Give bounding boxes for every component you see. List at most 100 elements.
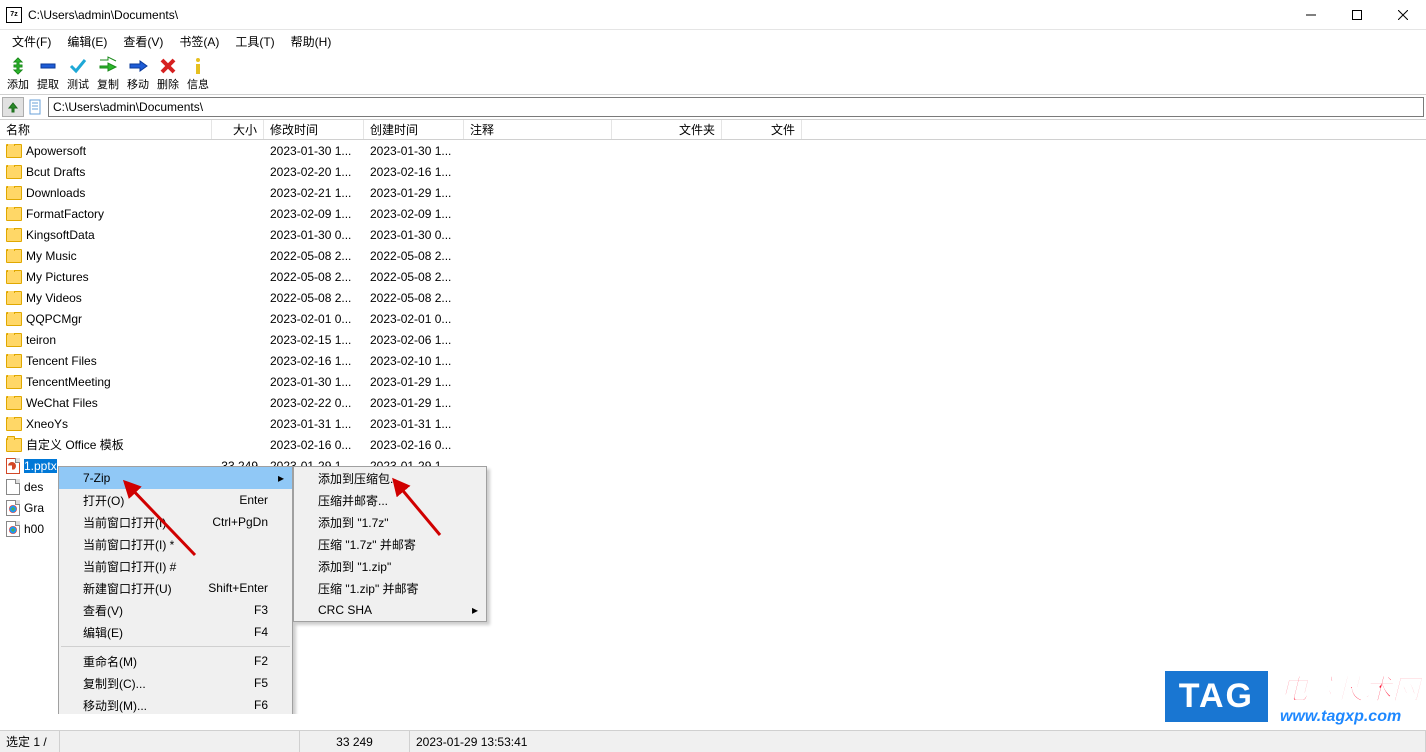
context-item-label: 当前窗口打开(I) <box>83 514 188 531</box>
folder-icon <box>6 249 22 263</box>
file-row[interactable]: KingsoftData2023-01-30 0...2023-01-30 0.… <box>0 224 1426 245</box>
window-title: C:\Users\admin\Documents\ <box>28 8 1288 22</box>
file-row[interactable]: My Music2022-05-08 2...2022-05-08 2... <box>0 245 1426 266</box>
folder-icon <box>6 438 22 452</box>
folder-icon <box>6 186 22 200</box>
minus-icon <box>38 56 58 76</box>
column-header-3[interactable]: 创建时间 <box>364 120 464 139</box>
file-name: XneoYs <box>26 417 68 431</box>
file-created: 2023-01-29 1... <box>364 396 464 410</box>
file-name: Gra <box>24 501 44 515</box>
submenu-item-2[interactable]: 添加到 "1.7z" <box>294 511 486 533</box>
menu-item-5[interactable]: 帮助(H) <box>283 31 340 52</box>
file-row[interactable]: Downloads2023-02-21 1...2023-01-29 1... <box>0 182 1426 203</box>
file-created: 2022-05-08 2... <box>364 291 464 305</box>
submenu-item-6[interactable]: CRC SHA▸ <box>294 599 486 621</box>
toolbar-copy-button[interactable]: 复制 <box>94 54 122 92</box>
path-input[interactable] <box>48 97 1424 117</box>
toolbar-check-button[interactable]: 测试 <box>64 54 92 92</box>
context-item-10[interactable]: 复制到(C)...F5 <box>59 672 292 694</box>
context-item-shortcut: F5 <box>254 676 268 690</box>
folder-icon <box>6 207 22 221</box>
toolbar-move-button[interactable]: 移动 <box>124 54 152 92</box>
context-item-9[interactable]: 重命名(M)F2 <box>59 650 292 672</box>
minimize-button[interactable] <box>1288 0 1334 30</box>
toolbar-delete-button[interactable]: 删除 <box>154 54 182 92</box>
file-row[interactable]: 自定义 Office 模板2023-02-16 0...2023-02-16 0… <box>0 434 1426 455</box>
file-name: teiron <box>26 333 56 347</box>
submenu-item-4[interactable]: 添加到 "1.zip" <box>294 555 486 577</box>
watermark-tag: TAG <box>1161 667 1272 726</box>
maximize-button[interactable] <box>1334 0 1380 30</box>
context-item-label: 打开(O) <box>83 492 215 509</box>
context-item-shortcut: F2 <box>254 654 268 668</box>
toolbar: 添加提取测试复制移动删除信息 <box>0 52 1426 94</box>
file-row[interactable]: XneoYs2023-01-31 1...2023-01-31 1... <box>0 413 1426 434</box>
context-item-6[interactable]: 查看(V)F3 <box>59 599 292 621</box>
context-item-7[interactable]: 编辑(E)F4 <box>59 621 292 643</box>
file-row[interactable]: QQPCMgr2023-02-01 0...2023-02-01 0... <box>0 308 1426 329</box>
context-item-4[interactable]: 当前窗口打开(I) # <box>59 555 292 577</box>
context-item-5[interactable]: 新建窗口打开(U)Shift+Enter <box>59 577 292 599</box>
file-modified: 2023-02-15 1... <box>264 333 364 347</box>
context-item-11[interactable]: 移动到(M)...F6 <box>59 694 292 714</box>
file-created: 2023-01-30 0... <box>364 228 464 242</box>
file-row[interactable]: FormatFactory2023-02-09 1...2023-02-09 1… <box>0 203 1426 224</box>
file-row[interactable]: Apowersoft2023-01-30 1...2023-01-30 1... <box>0 140 1426 161</box>
submenu-item-0[interactable]: 添加到压缩包... <box>294 467 486 489</box>
file-name: Bcut Drafts <box>26 165 85 179</box>
file-row[interactable]: WeChat Files2023-02-22 0...2023-01-29 1.… <box>0 392 1426 413</box>
watermark: TAG 电脑技术网 www.tagxp.com <box>1161 667 1420 726</box>
context-item-label: 新建窗口打开(U) <box>83 580 184 597</box>
submenu-item-1[interactable]: 压缩并邮寄... <box>294 489 486 511</box>
file-name: KingsoftData <box>26 228 95 242</box>
column-header-6[interactable]: 文件 <box>722 120 802 139</box>
menu-item-3[interactable]: 书签(A) <box>171 31 227 52</box>
file-created: 2023-02-16 0... <box>364 438 464 452</box>
context-item-shortcut: Ctrl+PgDn <box>212 515 268 529</box>
file-name: FormatFactory <box>26 207 104 221</box>
file-created: 2023-01-29 1... <box>364 375 464 389</box>
file-row[interactable]: Bcut Drafts2023-02-20 1...2023-02-16 1..… <box>0 161 1426 182</box>
menu-item-1[interactable]: 编辑(E) <box>59 31 115 52</box>
submenu-item-label: 添加到 "1.7z" <box>318 514 462 531</box>
file-row[interactable]: teiron2023-02-15 1...2023-02-06 1... <box>0 329 1426 350</box>
column-header-5[interactable]: 文件夹 <box>612 120 722 139</box>
status-datetime: 2023-01-29 13:53:41 <box>410 731 1426 752</box>
document-icon <box>28 99 44 115</box>
file-icon <box>6 521 20 537</box>
file-row[interactable]: TencentMeeting2023-01-30 1...2023-01-29 … <box>0 371 1426 392</box>
menu-item-4[interactable]: 工具(T) <box>227 31 282 52</box>
column-header-4[interactable]: 注释 <box>464 120 612 139</box>
file-list[interactable]: Apowersoft2023-01-30 1...2023-01-30 1...… <box>0 140 1426 714</box>
context-item-0[interactable]: 7-Zip▸ <box>59 467 292 489</box>
column-header-0[interactable]: 名称 <box>0 120 212 139</box>
file-row[interactable]: Tencent Files2023-02-16 1...2023-02-10 1… <box>0 350 1426 371</box>
file-row[interactable]: My Videos2022-05-08 2...2022-05-08 2... <box>0 287 1426 308</box>
column-header-1[interactable]: 大小 <box>212 120 264 139</box>
file-row[interactable]: My Pictures2022-05-08 2...2022-05-08 2..… <box>0 266 1426 287</box>
status-selection: 选定 1 / <box>0 731 60 752</box>
context-item-3[interactable]: 当前窗口打开(I) * <box>59 533 292 555</box>
statusbar: 选定 1 / 33 249 2023-01-29 13:53:41 <box>0 730 1426 752</box>
file-modified: 2023-02-09 1... <box>264 207 364 221</box>
up-button[interactable] <box>2 97 24 117</box>
close-button[interactable] <box>1380 0 1426 30</box>
column-header-2[interactable]: 修改时间 <box>264 120 364 139</box>
menubar: 文件(F)编辑(E)查看(V)书签(A)工具(T)帮助(H) <box>0 30 1426 52</box>
toolbar-plus-button[interactable]: 添加 <box>4 54 32 92</box>
submenu-item-5[interactable]: 压缩 "1.zip" 并邮寄 <box>294 577 486 599</box>
folder-icon <box>6 165 22 179</box>
context-item-1[interactable]: 打开(O)Enter <box>59 489 292 511</box>
watermark-line2: www.tagxp.com <box>1280 708 1420 726</box>
context-item-2[interactable]: 当前窗口打开(I) Ctrl+PgDn <box>59 511 292 533</box>
submenu-item-3[interactable]: 压缩 "1.7z" 并邮寄 <box>294 533 486 555</box>
toolbar-info-button[interactable]: 信息 <box>184 54 212 92</box>
menu-item-0[interactable]: 文件(F) <box>4 31 59 52</box>
submenu-item-label: 压缩 "1.zip" 并邮寄 <box>318 580 462 597</box>
delete-icon <box>158 56 178 76</box>
menu-item-2[interactable]: 查看(V) <box>115 31 171 52</box>
toolbar-minus-button[interactable]: 提取 <box>34 54 62 92</box>
context-item-shortcut: F4 <box>254 625 268 639</box>
file-modified: 2022-05-08 2... <box>264 249 364 263</box>
